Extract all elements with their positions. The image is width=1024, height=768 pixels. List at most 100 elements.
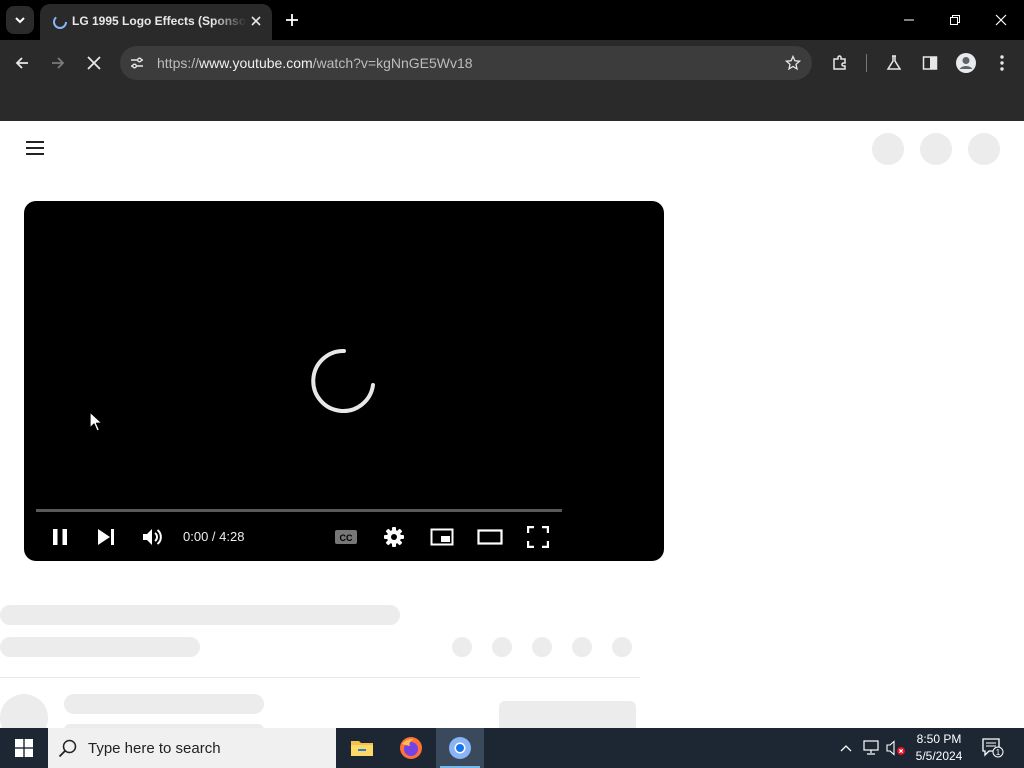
- star-icon: [785, 55, 801, 71]
- new-tab-button[interactable]: [280, 8, 304, 32]
- firefox-icon: [400, 737, 422, 759]
- placeholder-action: [452, 637, 472, 657]
- mute-button[interactable]: [139, 523, 167, 551]
- hamburger-line: [26, 147, 44, 149]
- placeholder-action: [492, 637, 512, 657]
- bookmark-button[interactable]: [784, 54, 802, 72]
- browser-menu-button[interactable]: [988, 49, 1016, 77]
- loading-spinner-icon: [311, 348, 375, 413]
- stop-loading-icon: [87, 56, 101, 70]
- chevron-down-icon: [15, 17, 25, 24]
- placeholder-title: [0, 605, 400, 625]
- placeholder-channel-name: [64, 694, 264, 714]
- notification-icon: 1: [982, 738, 1004, 758]
- placeholder-header-button: [920, 133, 952, 165]
- placeholder-header-button: [872, 133, 904, 165]
- plus-icon: [286, 14, 298, 26]
- close-icon: [251, 16, 261, 26]
- closed-captions-icon: CC: [335, 530, 357, 544]
- taskbar-chrome[interactable]: [436, 728, 484, 768]
- volume-icon: [143, 529, 162, 545]
- tab-close-button[interactable]: [248, 13, 264, 29]
- network-status-button[interactable]: [860, 728, 882, 768]
- side-panel-icon: [922, 56, 938, 70]
- skip-next-icon: [98, 529, 114, 545]
- placeholder-action: [572, 637, 592, 657]
- taskbar-search-box[interactable]: Type here to search: [48, 728, 336, 768]
- theater-mode-icon: [477, 529, 503, 545]
- windows-taskbar: Type here to search 8:50 PM 5/5/2024 1: [0, 728, 1024, 768]
- placeholder-action: [532, 637, 552, 657]
- puzzle-icon: [833, 55, 846, 70]
- hamburger-line: [26, 153, 44, 155]
- fullscreen-button[interactable]: [524, 523, 552, 551]
- time-display: 0:00 / 4:28: [183, 529, 245, 544]
- side-panel-button[interactable]: [916, 49, 944, 77]
- notification-badge: 1: [996, 748, 1001, 757]
- toolbar-divider: [866, 54, 867, 72]
- extensions-button[interactable]: [826, 49, 854, 77]
- bookmark-bar: [0, 86, 1024, 121]
- labs-button[interactable]: [880, 49, 908, 77]
- gear-icon: [384, 527, 404, 547]
- tab-search-button[interactable]: [6, 6, 34, 34]
- fullscreen-icon: [527, 526, 549, 548]
- miniplayer-button[interactable]: [428, 523, 456, 551]
- pause-button[interactable]: [46, 523, 74, 551]
- url-path: /watch?v=kgNnGE5Wv18: [312, 55, 473, 71]
- clock-time: 8:50 PM: [916, 732, 962, 746]
- volume-muted-icon: [886, 740, 905, 756]
- youtube-watch-page: 0:00 / 4:28 CC: [0, 121, 1024, 728]
- show-hidden-icons-button[interactable]: [836, 728, 856, 768]
- taskbar-firefox[interactable]: [387, 728, 435, 768]
- section-divider: [0, 677, 640, 678]
- url-scheme: https://: [157, 55, 200, 71]
- stop-button[interactable]: [80, 49, 108, 77]
- tab-title: LG 1995 Logo Effects (Sponsored by Previ…: [72, 14, 247, 28]
- back-button[interactable]: [8, 49, 36, 77]
- placeholder-subtitle: [0, 637, 200, 657]
- notification-center-button[interactable]: 1: [980, 728, 1006, 768]
- more-vert-icon: [1000, 55, 1004, 71]
- placeholder-action: [612, 637, 632, 657]
- theater-mode-button[interactable]: [476, 523, 504, 551]
- browser-tab-active[interactable]: LG 1995 Logo Effects (Sponsored by Previ…: [40, 4, 272, 40]
- browser-titlebar: LG 1995 Logo Effects (Sponsored by Previ…: [0, 0, 1024, 40]
- forward-button[interactable]: [44, 49, 72, 77]
- profile-button[interactable]: [952, 49, 980, 77]
- network-icon: [863, 740, 879, 755]
- video-player[interactable]: 0:00 / 4:28 CC: [24, 201, 664, 561]
- clock-date: 5/5/2024: [915, 749, 963, 763]
- folder-icon: [351, 741, 373, 756]
- search-icon: [58, 739, 77, 758]
- subtitles-button[interactable]: CC: [332, 523, 360, 551]
- address-bar[interactable]: https://www.youtube.com/watch?v=kgNnGE5W…: [120, 46, 812, 80]
- search-placeholder: Type here to search: [88, 740, 221, 757]
- next-button[interactable]: [92, 523, 120, 551]
- taskbar-file-explorer[interactable]: [338, 728, 386, 768]
- guide-menu-button[interactable]: [24, 139, 48, 157]
- site-info-icon: [131, 57, 143, 69]
- start-button[interactable]: [0, 728, 48, 768]
- chrome-icon: [449, 737, 471, 759]
- loading-favicon-icon: [53, 15, 67, 29]
- placeholder-channel-avatar: [0, 694, 48, 728]
- url-text: https://www.youtube.com/watch?v=kgNnGE5W…: [157, 55, 473, 71]
- progress-bar[interactable]: [36, 509, 562, 512]
- restore-button[interactable]: [932, 0, 978, 40]
- settings-button[interactable]: [380, 523, 408, 551]
- minimize-icon: [904, 19, 914, 21]
- site-info-button[interactable]: [128, 54, 146, 72]
- forward-arrow-icon: [52, 57, 65, 69]
- url-host: www.youtube.com: [199, 55, 313, 71]
- placeholder-avatar: [968, 133, 1000, 165]
- placeholder-subscribe-button: [499, 701, 636, 728]
- taskbar-clock[interactable]: 8:50 PM 5/5/2024: [910, 731, 968, 765]
- close-icon: [995, 14, 1007, 26]
- minimize-button[interactable]: [886, 0, 932, 40]
- close-window-button[interactable]: [978, 0, 1024, 40]
- restore-icon: [950, 15, 960, 25]
- pause-icon: [53, 529, 67, 545]
- volume-status-button[interactable]: [884, 728, 908, 768]
- chevron-up-icon: [840, 745, 852, 752]
